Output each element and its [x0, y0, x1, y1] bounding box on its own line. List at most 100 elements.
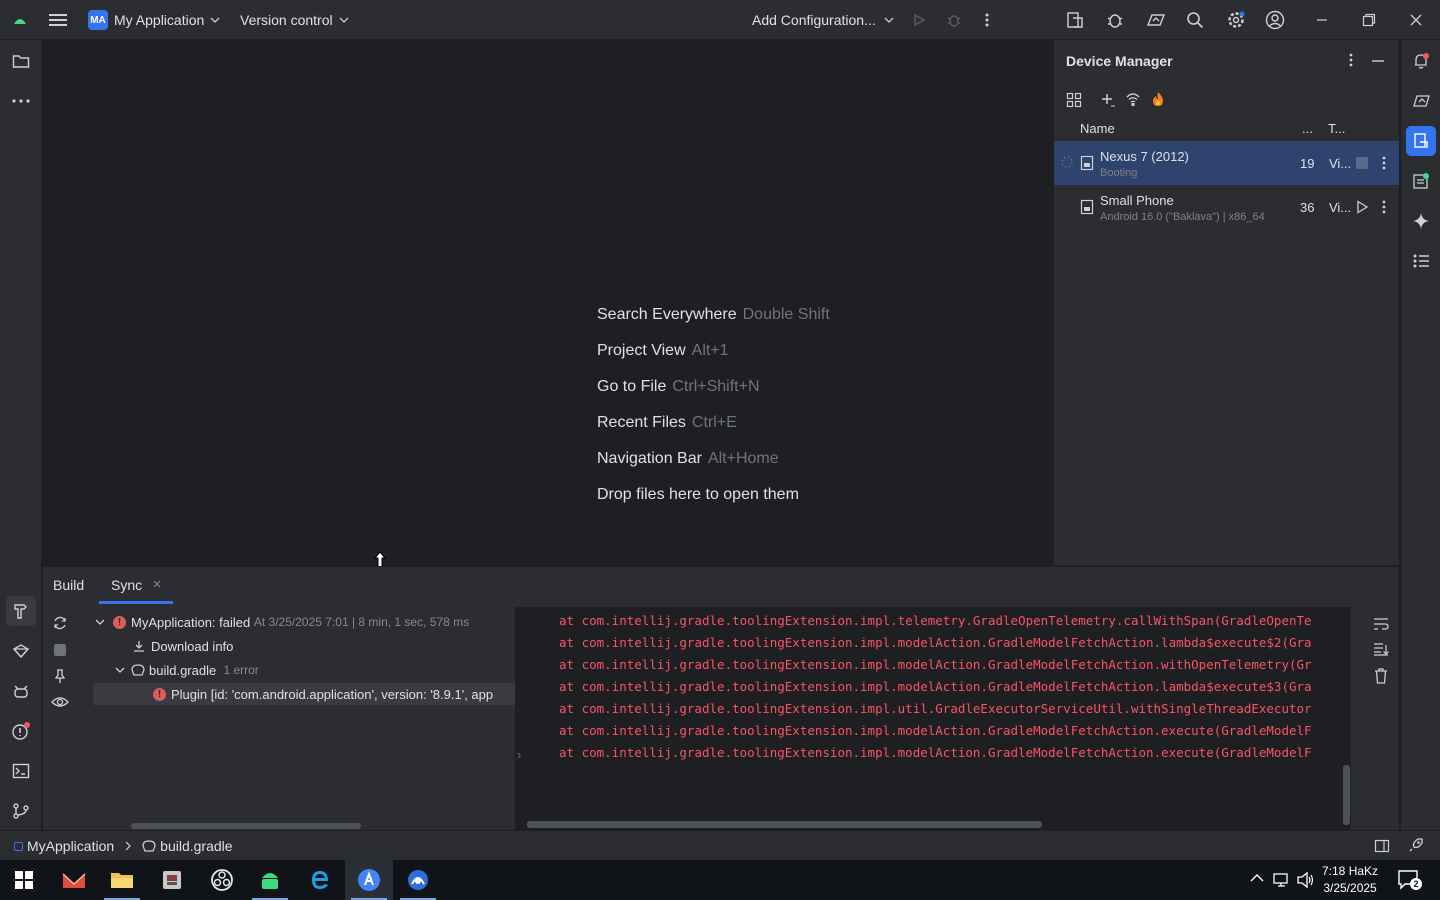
root-label: MyApplication:	[131, 614, 216, 630]
project-selector[interactable]: MA My Application	[88, 0, 220, 40]
wifi-pairing-icon[interactable]	[1125, 91, 1141, 107]
more-actions-icon[interactable]	[984, 0, 990, 40]
device-actions-kebab-icon[interactable]	[1381, 199, 1387, 215]
running-devices-icon[interactable]	[1406, 86, 1436, 116]
more-tool-windows-icon[interactable]	[6, 86, 36, 116]
device-mirroring-icon[interactable]	[1145, 0, 1167, 40]
breadcrumb-project[interactable]: MyApplication	[27, 838, 114, 854]
close-tab-icon[interactable]	[153, 580, 161, 588]
search-icon[interactable]	[1186, 0, 1204, 40]
version-control-git-icon[interactable]	[6, 796, 36, 826]
app-red-icon[interactable]	[50, 860, 98, 900]
download-icon	[134, 641, 144, 652]
android-studio-taskbar-icon[interactable]	[345, 860, 393, 900]
notifications-bell-icon[interactable]	[1406, 46, 1436, 76]
network-icon[interactable]	[1273, 872, 1291, 888]
device-row-nexus-7[interactable]: Nexus 7 (2012) Booting 19 Vi...	[1054, 141, 1399, 185]
gemini-sparkle-icon[interactable]	[1406, 206, 1436, 236]
problems-icon[interactable]	[6, 716, 36, 746]
account-icon[interactable]	[1265, 0, 1285, 40]
rerun-sync-icon[interactable]	[52, 615, 68, 631]
app-inspection-icon[interactable]	[1105, 0, 1125, 40]
archive-app-icon[interactable]	[148, 860, 196, 900]
emulator-icon[interactable]	[394, 860, 442, 900]
tree-build-gradle[interactable]: build.gradle 1 error	[115, 659, 259, 681]
console-line: at com.intellij.gradle.toolingExtension.…	[559, 701, 1312, 716]
obs-studio-icon[interactable]	[198, 860, 246, 900]
hide-panel-icon[interactable]	[1371, 54, 1385, 68]
restore-window-icon[interactable]	[1362, 0, 1376, 40]
tree-plugin-error[interactable]: ! Plugin [id: 'com.android.application',…	[93, 683, 558, 705]
device-actions-kebab-icon[interactable]	[1381, 155, 1387, 171]
internet-explorer-icon[interactable]	[296, 860, 344, 900]
structure-list-icon[interactable]	[1406, 246, 1436, 276]
console-horizontal-scrollbar[interactable]	[527, 821, 1042, 828]
version-control-menu[interactable]: Version control	[240, 0, 349, 40]
gradle-elephant-icon[interactable]	[6, 636, 36, 666]
logcat-icon[interactable]	[6, 676, 36, 706]
layout-toggle-icon[interactable]	[1374, 839, 1390, 853]
run-configuration-selector[interactable]: Add Configuration...	[752, 0, 894, 40]
stop-device-icon[interactable]	[1356, 157, 1368, 169]
project-folder-icon[interactable]	[6, 46, 36, 76]
system-clock[interactable]: 7:18 HaKz 3/25/2025	[1322, 863, 1378, 897]
group-devices-icon[interactable]	[1066, 92, 1082, 108]
project-badge: MA	[88, 10, 108, 30]
chevron-down-icon	[95, 619, 105, 625]
module-icon	[14, 841, 23, 851]
device-manager-tab-icon[interactable]	[1406, 126, 1436, 156]
editor-empty-area[interactable]: Search Everywhere Double Shift Project Vi…	[43, 40, 1051, 565]
firebase-device-streaming-icon[interactable]	[1151, 91, 1165, 107]
action-center-notifications-icon[interactable]: 2	[1398, 870, 1422, 890]
tab-sync[interactable]: Sync	[111, 577, 142, 593]
tree-horizontal-scrollbar[interactable]	[131, 823, 361, 829]
close-window-icon[interactable]	[1410, 0, 1422, 40]
sdk-manager-icon[interactable]	[1065, 0, 1085, 40]
settings-gear-icon[interactable]	[1226, 0, 1246, 40]
tab-build[interactable]: Build	[53, 577, 84, 593]
clear-trash-icon[interactable]	[1374, 668, 1388, 684]
version-control-label: Version control	[240, 12, 333, 28]
device-row-small-phone[interactable]: Small Phone Android 16.0 ("Baklava") | x…	[1054, 185, 1399, 229]
column-api-header[interactable]: ...	[1302, 121, 1313, 136]
pin-tab-icon[interactable]	[53, 668, 67, 684]
root-meta: At 3/25/2025 7:01 | 8 min, 1 sec, 578 ms	[253, 615, 470, 629]
terminal-icon[interactable]	[6, 756, 36, 786]
soft-wrap-icon[interactable]	[1373, 617, 1389, 631]
right-tool-window-bar	[1400, 40, 1440, 830]
run-icon[interactable]	[912, 0, 926, 40]
windows-start-icon[interactable]	[0, 860, 48, 900]
options-kebab-icon[interactable]	[1348, 52, 1354, 68]
console-vertical-scrollbar[interactable]	[1343, 765, 1350, 825]
stop-build-icon[interactable]	[54, 644, 66, 656]
show-hidden-icons-chevron-icon[interactable]	[1250, 873, 1264, 883]
tree-root-myapplication[interactable]: ! MyApplication: failed At 3/25/2025 7:0…	[95, 611, 469, 633]
android-studio-logo-icon	[12, 0, 28, 40]
android-sdk-icon[interactable]	[246, 860, 294, 900]
device-explorer-icon[interactable]	[1406, 166, 1436, 196]
debug-icon[interactable]	[946, 0, 962, 40]
file-explorer-icon[interactable]	[98, 860, 146, 900]
minimize-window-icon[interactable]	[1316, 0, 1328, 40]
device-api-level: 36	[1300, 200, 1315, 215]
build-tool-window: Build Sync ! MyApplication: failed At 3/…	[43, 566, 1399, 831]
breadcrumb-file[interactable]: build.gradle	[160, 838, 232, 854]
column-type-header[interactable]: T...	[1328, 121, 1345, 136]
expand-chevron-icon[interactable]: ›	[517, 747, 521, 762]
show-eye-icon[interactable]	[51, 695, 69, 709]
volume-speaker-icon[interactable]	[1297, 872, 1315, 888]
clock-time: 7:18 HaKz	[1322, 864, 1379, 878]
memory-indicator-rocket-icon[interactable]	[1408, 837, 1424, 853]
build-gradle-label: build.gradle	[149, 662, 217, 678]
gradle-file-icon	[131, 664, 145, 676]
add-device-plus-icon[interactable]	[1100, 92, 1116, 108]
active-tab-underline	[99, 601, 173, 604]
build-console-output[interactable]: › at com.intellij.gradle.toolingExtensio…	[515, 607, 1351, 831]
build-hammer-icon[interactable]	[6, 596, 36, 626]
tree-download-info[interactable]: Download info	[133, 635, 233, 657]
column-name-header[interactable]: Name	[1080, 121, 1115, 136]
main-menu-button[interactable]	[48, 0, 68, 40]
scroll-to-end-icon[interactable]	[1373, 642, 1389, 656]
left-tool-window-bar	[0, 40, 42, 830]
start-device-play-icon[interactable]	[1356, 200, 1368, 214]
